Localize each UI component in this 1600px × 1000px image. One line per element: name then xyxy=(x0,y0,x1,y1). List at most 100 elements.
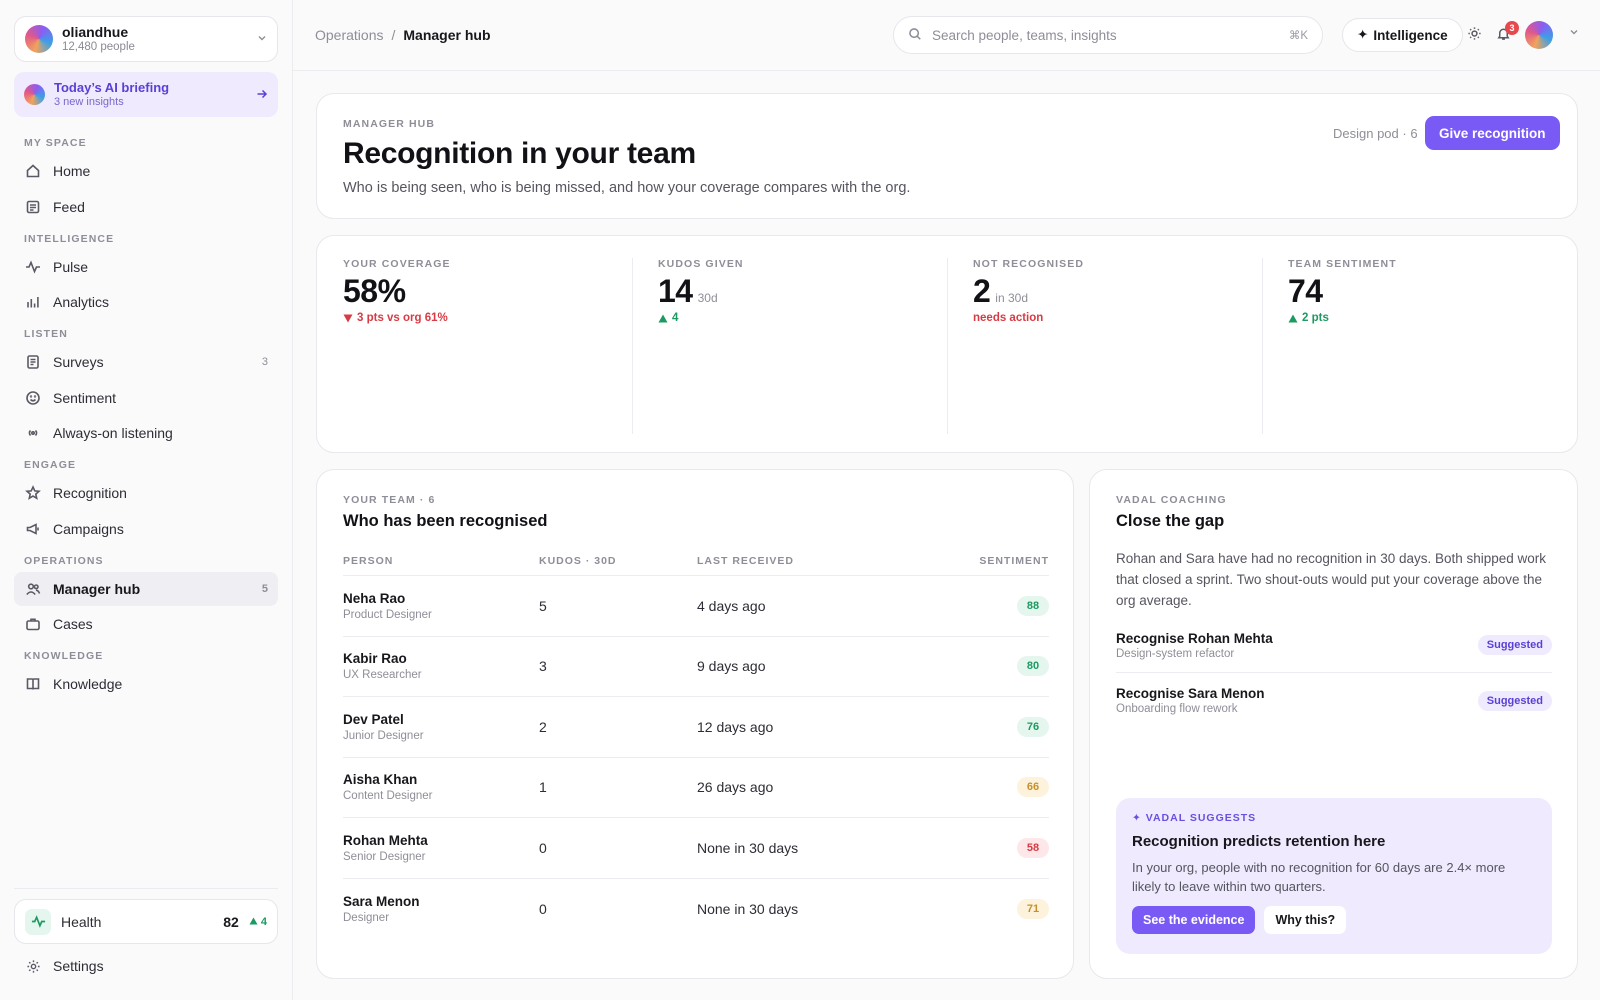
document-icon xyxy=(24,353,42,371)
page-eyebrow: MANAGER HUB xyxy=(343,118,436,130)
table-row[interactable]: Aisha Khan Content Designer 1 26 days ago 66 xyxy=(343,758,1049,818)
sidebar-item-label: Sentiment xyxy=(53,389,117,406)
chevron-down-icon[interactable] xyxy=(1569,27,1579,40)
book-icon xyxy=(24,675,42,693)
nav-section-knowledge: KNOWLEDGE xyxy=(24,650,104,662)
sidebar-divider xyxy=(14,888,278,889)
pulse-icon xyxy=(25,908,51,935)
see-evidence-button[interactable]: See the evidence xyxy=(1132,906,1256,934)
sidebar-item-sentiment[interactable]: Sentiment xyxy=(14,381,278,415)
last-received: None in 30 days xyxy=(697,900,799,917)
person-role: Senior Designer xyxy=(343,850,426,863)
column-header-person[interactable]: PERSON xyxy=(343,555,539,567)
last-received: 4 days ago xyxy=(697,597,766,614)
search-shortcut: ⌘K xyxy=(1288,30,1308,42)
health-widget[interactable]: Health 82 4 xyxy=(14,899,278,944)
sidebar-item-home[interactable]: Home xyxy=(14,154,278,188)
sidebar-item-always-on-listening[interactable]: Always-on listening xyxy=(14,416,278,450)
kudos-count: 1 xyxy=(539,779,547,796)
person-name: Aisha Khan xyxy=(343,772,418,788)
health-value: 82 xyxy=(223,913,239,930)
give-recognition-button[interactable]: Give recognition xyxy=(1425,116,1560,150)
breadcrumb-parent[interactable]: Operations xyxy=(315,27,383,43)
kudos-count: 0 xyxy=(539,839,547,856)
triangle-up-icon xyxy=(658,314,668,322)
org-name: oliandhue xyxy=(62,24,129,40)
person-role: Junior Designer xyxy=(343,729,424,742)
home-icon xyxy=(24,162,42,180)
sidebar-item-analytics[interactable]: Analytics xyxy=(14,285,278,319)
org-avatar xyxy=(25,25,53,53)
suggested-badge: Suggested xyxy=(1477,635,1552,655)
team-eyebrow: YOUR TEAM · 6 xyxy=(343,494,436,506)
settings-link[interactable]: Settings xyxy=(24,957,104,975)
person-name: Rohan Mehta xyxy=(343,832,428,848)
table-row[interactable]: Neha Rao Product Designer 5 4 days ago 88 xyxy=(343,576,1049,637)
pulse-icon xyxy=(24,258,42,276)
stat-unit: in 30d xyxy=(995,291,1028,305)
intelligence-button[interactable]: ✦ Intelligence xyxy=(1342,18,1463,52)
ai-briefing-card[interactable]: Today’s AI briefing 3 new insights xyxy=(14,72,278,117)
health-delta: 4 xyxy=(249,916,267,928)
table-row[interactable]: Kabir Rao UX Researcher 3 9 days ago 80 xyxy=(343,637,1049,697)
sidebar-item-pulse[interactable]: Pulse xyxy=(14,250,278,284)
breadcrumb-separator: / xyxy=(391,27,396,43)
table-row[interactable]: Dev Patel Junior Designer 2 12 days ago 76 xyxy=(343,697,1049,758)
sidebar-item-campaigns[interactable]: Campaigns xyxy=(14,512,278,546)
ai-avatar xyxy=(24,84,45,105)
column-header-sentiment[interactable]: SENTIMENT xyxy=(957,555,1049,567)
sidebar-item-label: Analytics xyxy=(53,294,110,310)
column-header-kudos[interactable]: KUDOS · 30D xyxy=(539,555,697,567)
nav-section-engage: ENGAGE xyxy=(24,459,77,471)
briefcase-icon xyxy=(24,615,42,633)
sidebar-item-manager-hub[interactable]: Manager hub 5 xyxy=(14,571,278,606)
suggestion-subtitle: Onboarding flow rework xyxy=(1116,703,1238,715)
why-this-button[interactable]: Why this? xyxy=(1264,906,1347,934)
column-header-last-received[interactable]: LAST RECEIVED xyxy=(697,555,957,567)
kudos-count: 2 xyxy=(539,718,547,735)
stat-value: 74 xyxy=(1288,273,1323,309)
vadal-eyebrow: ✦ VADAL SUGGESTS xyxy=(1132,812,1257,824)
suggestion-item[interactable]: Recognise Sara Menon Onboarding flow rewo… xyxy=(1116,673,1552,728)
suggested-badge: Suggested xyxy=(1477,690,1552,711)
sidebar-item-feed[interactable]: Feed xyxy=(14,190,278,224)
nav-section-operations: OPERATIONS xyxy=(24,554,104,567)
sidebar-item-label: Cases xyxy=(53,616,93,632)
sidebar-item-cases[interactable]: Cases xyxy=(14,607,278,641)
stat-label: TEAM SENTIMENT xyxy=(1288,258,1397,270)
team-pod-label: Design pod · 6 xyxy=(1333,126,1418,141)
person-role: Designer xyxy=(343,911,390,924)
stat-delta: 4 xyxy=(658,312,921,324)
org-switcher[interactable]: oliandhue 12,480 people xyxy=(14,16,278,62)
search-bar[interactable]: ⌘K xyxy=(893,16,1323,54)
coaching-body: Rohan and Sara have had no recognition i… xyxy=(1116,551,1547,608)
person-name: Neha Rao xyxy=(343,590,406,606)
sentiment-badge: 66 xyxy=(1017,777,1049,798)
page-title: Recognition in your team xyxy=(343,137,696,170)
search-input[interactable] xyxy=(932,27,1289,43)
user-avatar[interactable] xyxy=(1525,21,1553,49)
table-row[interactable]: Sara Menon Designer 0 None in 30 days 71 xyxy=(343,879,1049,940)
sidebar-item-knowledge[interactable]: Knowledge xyxy=(14,667,278,701)
sidebar-item-label: Home xyxy=(53,163,91,179)
sidebar-item-count: 3 xyxy=(261,356,268,368)
kudos-count: 0 xyxy=(539,900,547,917)
stat-delta: 3 pts vs org 61% xyxy=(343,312,606,324)
table-row[interactable]: Rohan Mehta Senior Designer 0 None in 30 da… xyxy=(343,818,1049,879)
briefing-title: Today’s AI briefing xyxy=(54,80,170,95)
star-icon xyxy=(24,484,42,502)
sidebar: oliandhue 12,480 people Today’s AI brief… xyxy=(0,0,293,1000)
suggestion-title: Recognise Rohan Mehta xyxy=(1116,630,1273,646)
notifications-button[interactable]: 3 xyxy=(1493,21,1519,45)
sidebar-nav: MY SPACE Home Feed INTELLIGENCE Pulse Analyti… xyxy=(14,128,278,703)
triangle-up-icon xyxy=(1288,314,1298,322)
stat-team-sentiment: TEAM SENTIMENT 74 2 pts xyxy=(1262,254,1577,434)
sidebar-item-surveys[interactable]: Surveys 3 xyxy=(14,345,278,379)
theme-toggle-button[interactable] xyxy=(1464,25,1484,45)
gear-icon xyxy=(24,957,42,975)
suggestion-item[interactable]: Recognise Rohan Mehta Design-system refac… xyxy=(1116,618,1552,673)
team-card-title: Who has been recognised xyxy=(343,512,548,530)
stat-value: 2 xyxy=(973,273,991,309)
sidebar-item-recognition[interactable]: Recognition xyxy=(14,476,278,510)
suggestion-title: Recognise Sara Menon xyxy=(1116,686,1265,701)
